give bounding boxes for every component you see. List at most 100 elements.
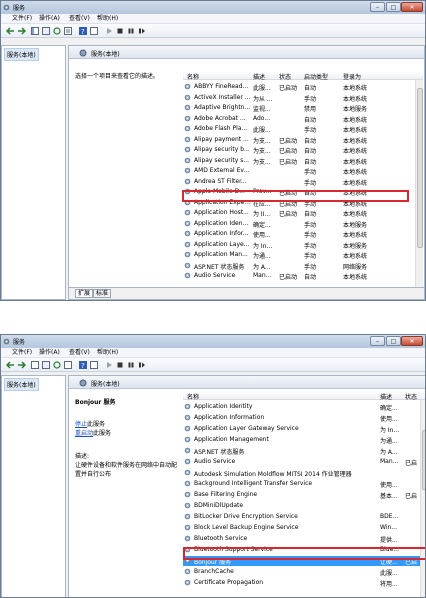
column-startup-type[interactable]: 启动类型 [304,72,328,81]
restart-service-button[interactable] [137,360,147,370]
stop-service-link[interactable]: 停止 [75,421,87,428]
scroll-thumb[interactable] [422,430,425,490]
table-row[interactable]: Background Intelligent Transfer Service 使… [183,479,425,489]
table-cell: 本地系统 [343,211,368,218]
console-tree-button[interactable] [30,26,40,36]
column-logon-as[interactable]: 登录为 [343,72,361,81]
refresh-button[interactable] [52,26,62,36]
table-row[interactable]: BranchCache 此服... [183,567,425,577]
forward-button[interactable] [16,360,26,370]
table-row[interactable]: Adaptive Brightn... 监视... 禁用 本地服务 [183,103,423,113]
start-service-button[interactable] [104,360,114,370]
maximize-button[interactable]: □ [386,2,401,12]
pause-service-button[interactable] [126,360,136,370]
table-row[interactable]: Base Filtering Engine 基本... 已启 [183,490,425,500]
tree-item-services-local[interactable]: 服务(本地) [4,378,39,391]
vertical-scrollbar[interactable] [415,80,423,289]
help-button[interactable]: ? [78,360,88,370]
table-row[interactable]: Block Level Backup Engine Service Win... [183,523,425,533]
tab-extended[interactable]: 扩展 [75,289,94,298]
table-row[interactable]: Application Laye... 为 In... 手动 本地服务 [183,240,423,250]
back-button[interactable] [5,360,15,370]
menu-help[interactable]: 帮助(H) [96,15,119,23]
menu-action[interactable]: 操作(A) [38,15,61,23]
export-button[interactable] [63,26,73,36]
restart-service-button[interactable] [137,26,147,36]
table-cell: 本地系统 [343,148,368,155]
help-button[interactable]: ? [78,26,88,36]
table-row[interactable]: Application Management 为通... [183,435,425,445]
table-row[interactable]: ABBYY FineRead... 此服... 已启动 自动 本地系统 [183,82,423,92]
scroll-thumb[interactable] [417,88,423,248]
menu-view[interactable]: 查看(V) [68,15,91,23]
view-button[interactable] [89,360,99,370]
stop-service-button[interactable] [115,360,125,370]
export-button[interactable] [63,360,73,370]
table-row[interactable]: Application Host... 为 II... 已启动 自动 本地系统 [183,208,423,218]
table-row[interactable]: Adobe Acrobat ... Ado... 自动 本地系统 [183,114,423,124]
stop-service-button[interactable] [115,26,125,36]
table-cell: Win... [380,524,397,531]
table-row[interactable]: Application Iden... 确定... 手动 本地服务 [183,219,423,229]
column-name[interactable]: 名称 [187,72,199,81]
table-cell: 为通... [253,253,271,260]
minimize-icon: – [376,4,379,11]
table-row[interactable]: Alipay security b... 为支... 已启动 自动 本地系统 [183,145,423,155]
properties-button[interactable] [41,26,51,36]
column-description[interactable]: 描述 [380,392,392,401]
table-row[interactable]: Alipay payment ... 为支... 已启动 自动 本地系统 [183,135,423,145]
properties-button[interactable] [41,360,51,370]
table-row[interactable]: BDMiniDlUpdate [183,501,425,511]
menu-file[interactable]: 文件(F) [11,15,33,23]
table-row[interactable]: Andrea ST Filter... 手动 本地系统 [183,177,423,187]
minimize-button[interactable]: – [370,2,385,12]
table-row[interactable]: Certificate Propagation 将用... [183,578,425,588]
table-row[interactable]: ActiveX Installer ... 为从 ... 手动 本地系统 [183,93,423,103]
services-window-2: 服务 – □ ✕ 文件(F) 操作(A) 查看(V) 帮助(H) ? 服务(本地… [0,334,426,598]
restart-service-link[interactable]: 重启动 [75,430,93,437]
table-row[interactable]: Bluetooth Service 提供... [183,534,425,544]
table-row[interactable]: AMD External Ev... 手动 本地系统 [183,166,423,176]
refresh-button[interactable] [52,360,62,370]
table-row[interactable]: Application Identity 确定... [183,402,425,412]
table-row[interactable]: Audio Service Man... 已启 [183,457,425,467]
vertical-scrollbar[interactable] [420,400,425,597]
close-button[interactable]: ✕ [401,2,423,12]
menu-view[interactable]: 查看(V) [68,349,91,357]
title-bar[interactable]: 服务 – □ ✕ [1,335,425,348]
tab-standard[interactable]: 标准 [93,289,112,298]
column-status[interactable]: 状态 [279,72,291,81]
table-cell: Audio Service [194,458,236,465]
table-row[interactable]: Application Infor... 使用... 手动 本地系统 [183,229,423,239]
column-name[interactable]: 名称 [187,392,199,401]
table-row[interactable]: Alipay security s... 为支... 已启动 自动 本地系统 [183,156,423,166]
tree-item-services-local[interactable]: 服务(本地) [4,48,39,61]
pause-service-button[interactable] [126,26,136,36]
table-row[interactable]: Application Layer Gateway Service 为 In... [183,424,425,434]
table-row[interactable]: Autodesk Simulation Moldflow MITSI 2014 … [183,468,425,478]
console-tree-button[interactable] [30,360,40,370]
maximize-button[interactable]: □ [386,336,401,346]
table-row[interactable]: ASP.NET 状态服务 为 A... [183,446,425,456]
table-row[interactable]: Adobe Flash Pla... 此服... 手动 本地系统 [183,124,423,134]
view-button[interactable] [89,26,99,36]
table-cell: 手动 [304,232,317,239]
menu-help[interactable]: 帮助(H) [96,349,119,357]
menu-file[interactable]: 文件(F) [11,349,33,357]
column-status[interactable]: 状态 [405,392,417,401]
title-bar[interactable]: 服务 – □ ✕ [1,1,425,14]
close-button[interactable]: ✕ [401,336,423,346]
highlight-box [182,190,409,202]
forward-button[interactable] [16,26,26,36]
table-cell: ActiveX Installer ... [194,93,251,101]
table-row[interactable]: ASP.NET 状态服务为 A... 手动 网络服务 [183,261,423,271]
table-row[interactable]: Application Information 使用... [183,413,425,423]
minimize-button[interactable]: – [370,336,385,346]
table-row[interactable]: Audio Service Man... 已启动 自动 本地系统 [183,271,423,281]
menu-action[interactable]: 操作(A) [38,349,61,357]
back-button[interactable] [5,26,15,36]
table-row[interactable]: BitLocker Drive Encryption Service BDE... [183,512,425,522]
column-description[interactable]: 描述 [253,72,265,81]
table-row[interactable]: Application Man... 为通... 手动 本地系统 [183,250,423,260]
start-service-button[interactable] [104,26,114,36]
